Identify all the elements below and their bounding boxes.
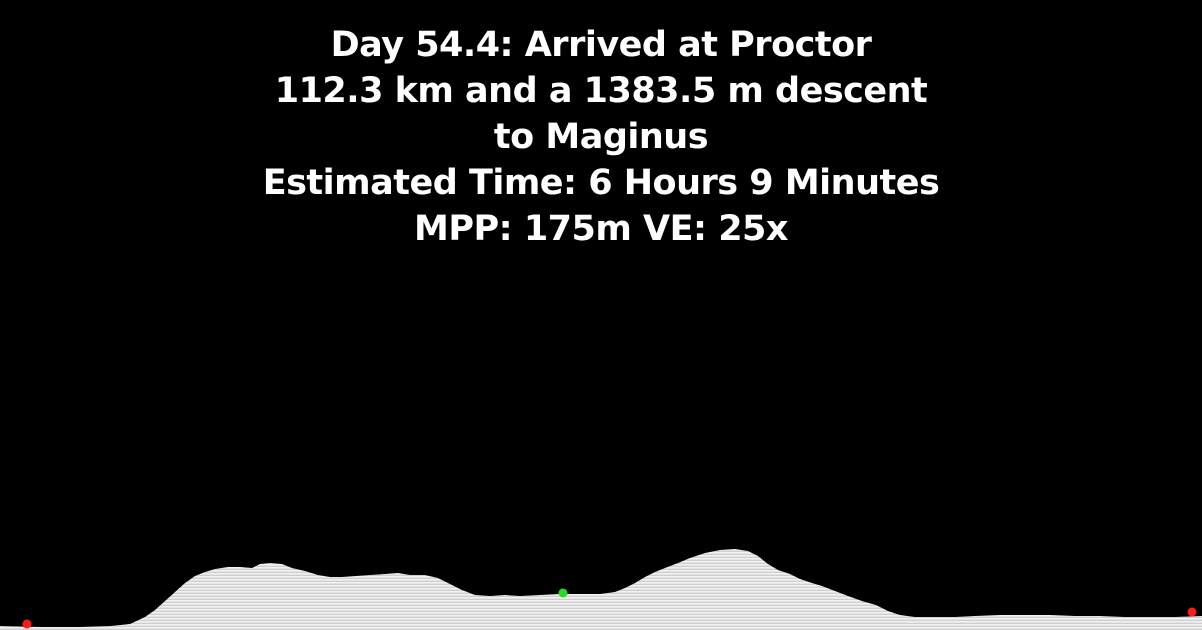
terrain-profile [0,549,1202,630]
current-position-marker [558,588,568,598]
terrain-silhouette [0,549,1202,630]
start-marker [22,619,32,629]
elevation-profile-view: Day 54.4: Arrived at Proctor 112.3 km an… [0,0,1202,630]
end-marker [1187,607,1197,617]
